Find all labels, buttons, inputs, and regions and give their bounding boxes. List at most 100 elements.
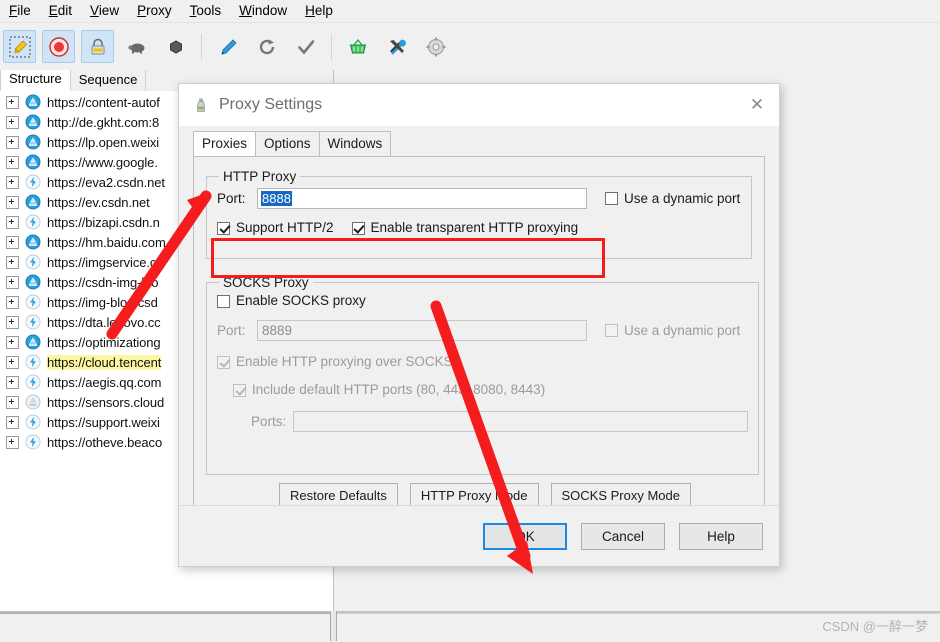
tab-windows[interactable]: Windows — [318, 131, 392, 156]
bolt-icon — [25, 354, 41, 370]
expand-plus-icon[interactable] — [6, 135, 19, 149]
cancel-button[interactable]: Cancel — [581, 522, 665, 550]
ok-button[interactable]: OK — [483, 522, 567, 550]
expand-plus-icon[interactable] — [6, 195, 19, 209]
expand-plus-icon[interactable] — [6, 115, 19, 129]
socks-port-input[interactable] — [257, 320, 587, 341]
tree-item-url: https://hm.baidu.com — [47, 234, 166, 250]
socks-dynamic-port-label: Use a dynamic port — [624, 322, 741, 338]
menu-help[interactable]: Help — [296, 1, 342, 21]
tree-item-url: https://optimizationg — [47, 334, 161, 350]
charles-bottle-icon — [193, 97, 209, 113]
tree-item-url: https://bizapi.csdn.n — [47, 214, 160, 230]
expand-plus-icon[interactable] — [6, 415, 19, 429]
checkbox-box — [217, 355, 230, 369]
http-dynamic-port-checkbox[interactable]: Use a dynamic port — [605, 190, 741, 206]
menu-window[interactable]: Window — [230, 1, 296, 21]
expand-plus-icon[interactable] — [6, 95, 19, 109]
globe-icon — [25, 154, 41, 170]
expand-plus-icon[interactable] — [6, 175, 19, 189]
tab-structure[interactable]: Structure — [0, 70, 71, 91]
expand-plus-icon[interactable] — [6, 295, 19, 309]
expand-plus-icon[interactable] — [6, 215, 19, 229]
proxies-tab-pane: HTTP Proxy Port: 8888 Use a dynamic port… — [193, 156, 765, 516]
http-over-socks-checkbox[interactable]: Enable HTTP proxying over SOCKS — [217, 355, 453, 369]
expand-plus-icon[interactable] — [6, 275, 19, 289]
tree-item-url: https://content-autof — [47, 94, 160, 110]
compose-pen-icon[interactable] — [211, 30, 244, 63]
dialog-footer: OK Cancel Help — [179, 505, 779, 566]
proxy-mode-buttons: Restore Defaults HTTP Proxy Mode SOCKS P… — [194, 483, 764, 507]
bolt-icon — [25, 254, 41, 270]
expand-plus-icon[interactable] — [6, 155, 19, 169]
dialog-tabs: Proxies Options Windows — [193, 131, 765, 156]
checkbox-box — [605, 192, 618, 205]
http-dynamic-port-label: Use a dynamic port — [624, 190, 741, 206]
menu-proxy[interactable]: Proxy — [128, 1, 181, 21]
restore-defaults-button[interactable]: Restore Defaults — [279, 483, 398, 507]
http-port-input[interactable]: 8888 — [257, 188, 587, 209]
expand-plus-icon[interactable] — [6, 335, 19, 349]
expand-plus-icon[interactable] — [6, 255, 19, 269]
tree-item-url: https://dta.lenovo.cc — [47, 314, 161, 330]
bolt-icon — [25, 214, 41, 230]
dialog-body: Proxies Options Windows HTTP Proxy Port:… — [179, 131, 779, 516]
tree-item-url: https://aegis.qq.com — [47, 374, 162, 390]
globe-icon — [25, 334, 41, 350]
tree-item-url: https://lp.open.weixi — [47, 134, 160, 150]
socks-dynamic-port-checkbox[interactable]: Use a dynamic port — [605, 322, 741, 338]
tab-options[interactable]: Options — [255, 131, 320, 156]
help-button[interactable]: Help — [679, 522, 763, 550]
expand-plus-icon[interactable] — [6, 395, 19, 409]
panel-divider[interactable] — [330, 611, 337, 641]
expand-plus-icon[interactable] — [6, 355, 19, 369]
tab-sequence[interactable]: Sequence — [69, 70, 147, 91]
dialog-title-bar: Proxy Settings ✕ — [179, 84, 779, 127]
tree-item-url: https://otheve.beaco — [47, 434, 163, 450]
record-icon[interactable] — [42, 30, 75, 63]
toolbar-separator — [201, 33, 202, 60]
enable-socks-checkbox[interactable]: Enable SOCKS proxy — [217, 294, 366, 308]
tools-icon[interactable] — [380, 30, 413, 63]
menu-view[interactable]: View — [81, 1, 128, 21]
default-ports-row: Include default HTTP ports (80, 443, 808… — [217, 383, 748, 397]
settings-gear-icon[interactable] — [419, 30, 452, 63]
checkbox-box — [217, 294, 230, 308]
http-port-row: Port: 8888 Use a dynamic port — [217, 188, 741, 209]
expand-plus-icon[interactable] — [6, 435, 19, 449]
tab-proxies[interactable]: Proxies — [193, 131, 257, 156]
enable-socks-label: Enable SOCKS proxy — [236, 293, 366, 308]
menu-tools[interactable]: Tools — [181, 1, 231, 21]
clear-session-icon[interactable] — [3, 30, 36, 63]
support-http2-checkbox[interactable]: Support HTTP/2 — [217, 221, 334, 235]
ssl-lock-icon[interactable] — [81, 30, 114, 63]
throttle-turtle-icon[interactable] — [120, 30, 153, 63]
bolt-icon — [25, 414, 41, 430]
validate-check-icon[interactable] — [289, 30, 322, 63]
transparent-proxy-checkbox[interactable]: Enable transparent HTTP proxying — [351, 221, 578, 235]
tree-item-url: https://ev.csdn.net — [47, 194, 150, 210]
tree-item-url: https://sensors.cloud — [47, 394, 165, 410]
socks-ports-input[interactable] — [293, 411, 748, 432]
breakpoint-hexagon-icon[interactable] — [159, 30, 192, 63]
include-default-ports-label: Include default HTTP ports (80, 443, 808… — [252, 382, 546, 397]
include-default-ports-checkbox[interactable]: Include default HTTP ports (80, 443, 808… — [233, 383, 545, 397]
globe-icon — [25, 274, 41, 290]
repeat-refresh-icon[interactable] — [250, 30, 283, 63]
expand-plus-icon[interactable] — [6, 315, 19, 329]
http-proxy-mode-button[interactable]: HTTP Proxy Mode — [409, 483, 539, 507]
toolbar-separator-2 — [331, 33, 332, 60]
tree-item-url: https://cloud.tencent — [47, 354, 162, 370]
proxy-settings-dialog: Proxy Settings ✕ Proxies Options Windows… — [178, 83, 780, 567]
socks-proxy-mode-button[interactable]: SOCKS Proxy Mode — [550, 483, 692, 507]
bolt-icon — [25, 374, 41, 390]
bolt-icon — [25, 294, 41, 310]
basket-icon[interactable] — [341, 30, 374, 63]
expand-plus-icon[interactable] — [6, 235, 19, 249]
expand-plus-icon[interactable] — [6, 375, 19, 389]
http-over-socks-row: Enable HTTP proxying over SOCKS — [217, 355, 748, 369]
close-icon[interactable]: ✕ — [735, 84, 779, 126]
menu-edit[interactable]: Edit — [40, 1, 81, 21]
menu-file[interactable]: File — [0, 1, 40, 21]
globe-icon — [25, 114, 41, 130]
